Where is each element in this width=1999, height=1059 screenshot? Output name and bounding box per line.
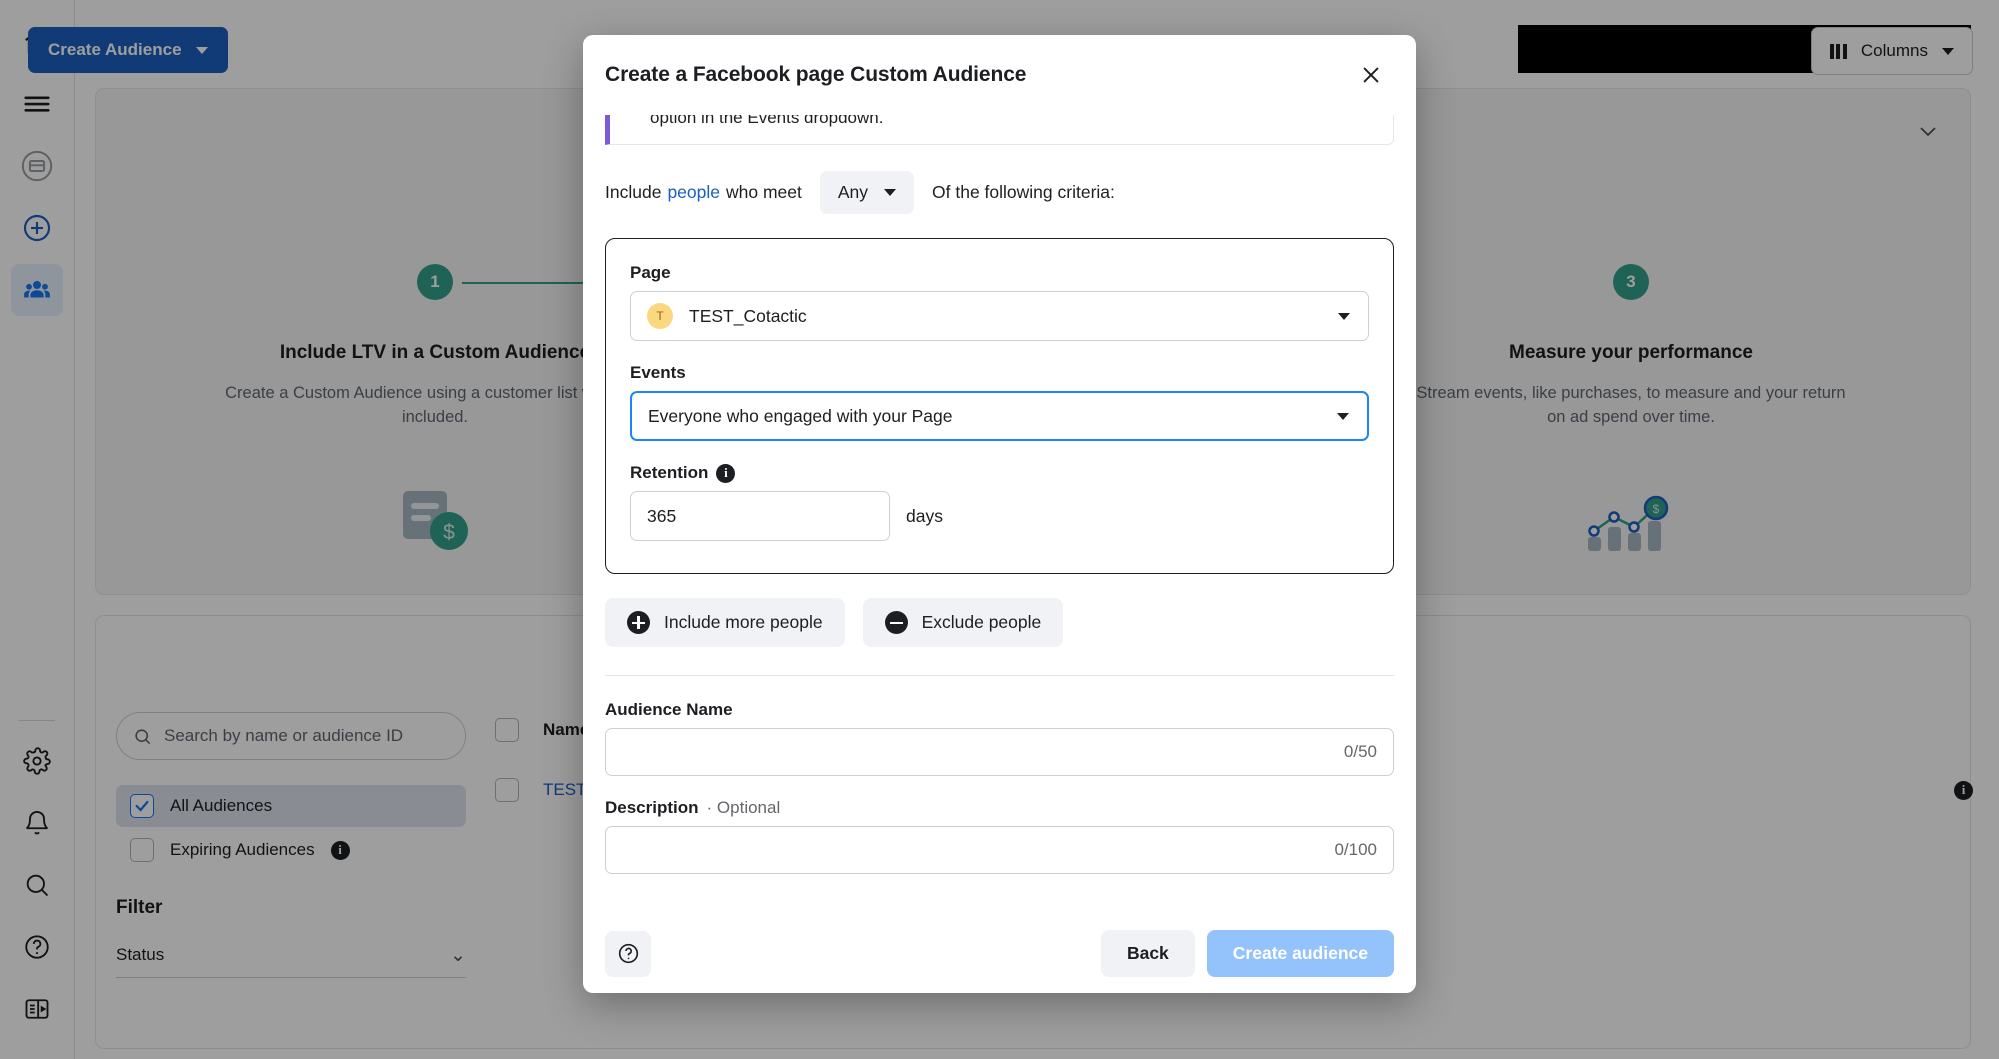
retention-label-text: Retention (630, 463, 708, 483)
criteria-operator-value: Any (838, 182, 868, 203)
retention-value: 365 (647, 506, 676, 527)
events-select-value: Everyone who engaged with your Page (648, 406, 953, 427)
retention-row: 365 days (630, 491, 1369, 541)
exclude-people-label: Exclude people (922, 612, 1042, 633)
include-more-people-label: Include more people (664, 612, 823, 633)
rule-group: Page T TEST_Cotactic Events Everyone who… (605, 238, 1394, 574)
description-optional-text: · Optional (707, 798, 781, 818)
plus-circle-icon (627, 611, 650, 634)
chevron-down-icon (1337, 413, 1349, 420)
page-field-label: Page (630, 263, 1369, 283)
modal-body: option in the Events dropdown. Include p… (583, 115, 1416, 913)
retention-unit: days (906, 506, 943, 527)
criteria-suffix: Of the following criteria: (932, 182, 1115, 203)
events-field-label: Events (630, 363, 1369, 383)
description-label-text: Description (605, 798, 699, 818)
help-circle-icon[interactable] (605, 931, 651, 977)
page-select[interactable]: T TEST_Cotactic (630, 291, 1369, 341)
retention-field-label: Retention i (630, 463, 1369, 483)
events-select[interactable]: Everyone who engaged with your Page (630, 391, 1369, 441)
retention-input[interactable]: 365 (630, 491, 890, 541)
modal-footer: Back Create audience (583, 913, 1416, 993)
criteria-operator-select[interactable]: Any (820, 171, 914, 214)
audience-name-counter: 0/50 (1344, 742, 1377, 762)
back-button[interactable]: Back (1101, 930, 1195, 977)
criteria-include-prefix: Include (605, 182, 661, 203)
audience-name-label: Audience Name (605, 700, 1394, 720)
criteria-row: Include people who meet Any Of the follo… (605, 171, 1394, 214)
criteria-people-link[interactable]: people (667, 182, 720, 203)
modal-header: Create a Facebook page Custom Audience (583, 35, 1416, 115)
modal-title: Create a Facebook page Custom Audience (605, 63, 1354, 87)
create-audience-submit-button[interactable]: Create audience (1207, 930, 1394, 977)
audience-name-input[interactable]: 0/50 (605, 728, 1394, 776)
exclude-people-button[interactable]: Exclude people (863, 598, 1064, 647)
description-label: Description · Optional (605, 798, 1394, 818)
criteria-who-meet: who meet (726, 182, 802, 203)
chevron-down-icon (884, 189, 896, 196)
info-icon[interactable]: i (716, 464, 735, 483)
audience-rule-actions: Include more people Exclude people (605, 598, 1394, 647)
description-counter: 0/100 (1334, 840, 1377, 860)
page-select-value: TEST_Cotactic (689, 306, 807, 327)
section-divider (605, 675, 1394, 676)
page-avatar: T (647, 303, 673, 329)
include-more-people-button[interactable]: Include more people (605, 598, 845, 647)
create-custom-audience-modal: Create a Facebook page Custom Audience o… (583, 35, 1416, 993)
minus-circle-icon (885, 611, 908, 634)
description-input[interactable]: 0/100 (605, 826, 1394, 874)
close-icon[interactable] (1354, 58, 1388, 92)
chevron-down-icon (1338, 313, 1350, 320)
events-notice: option in the Events dropdown. (605, 115, 1394, 145)
events-notice-text: option in the Events dropdown. (650, 115, 883, 128)
